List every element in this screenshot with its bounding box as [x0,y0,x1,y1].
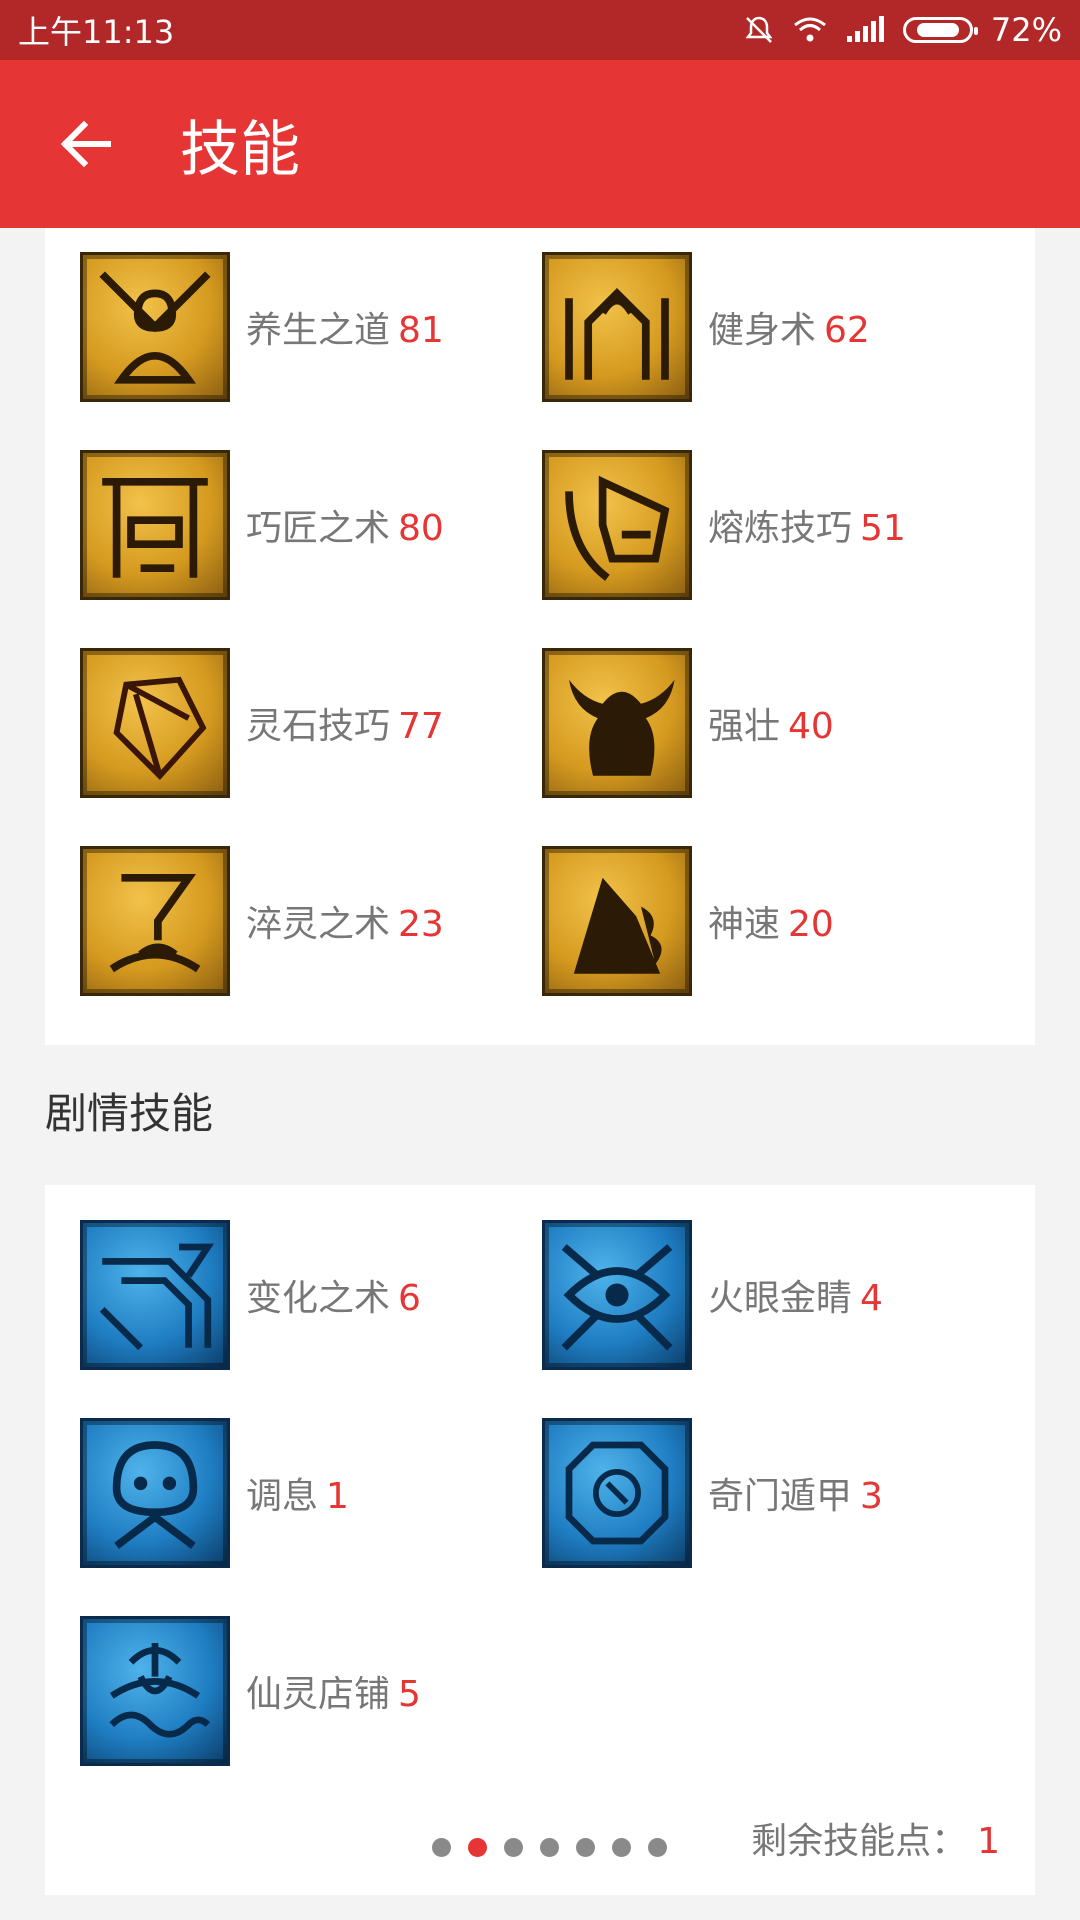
arrow-left-icon [60,120,111,168]
story-skill-item[interactable]: 变化之术 6 [80,1220,421,1370]
skill-level: 1 [326,1476,349,1517]
page-dot[interactable] [432,1838,451,1857]
skill-level: 20 [788,904,834,945]
skill-label: 灵石技巧 77 [246,697,444,749]
eye-icon [542,1220,692,1370]
signal-icon [845,16,885,44]
skill-label: 健身术 62 [708,301,870,353]
story-skill-item[interactable]: 调息 1 [80,1418,349,1568]
story-skill-item[interactable]: 奇门遁甲 3 [542,1418,883,1568]
remaining-points: 剩余技能点： 1 [751,1812,1000,1864]
breath-icon [80,1418,230,1568]
skill-label: 淬灵之术 23 [246,895,444,947]
skill-level: 40 [788,706,834,747]
skill-level: 3 [860,1476,883,1517]
skill-label: 调息 1 [246,1467,349,1519]
skill-level: 4 [860,1278,883,1319]
normal-skill-item[interactable]: 熔炼技巧 51 [542,450,906,600]
skill-name: 火眼金睛 [708,1278,853,1319]
skill-name: 巧匠之术 [246,508,391,549]
page-dot[interactable] [612,1838,631,1857]
smelting-icon [542,450,692,600]
app-bar: 技能 [0,60,1080,228]
skill-label: 巧匠之术 80 [246,499,444,551]
skill-name: 仙灵店铺 [246,1674,391,1715]
page-dot[interactable] [540,1838,559,1857]
skill-level: 80 [398,508,444,549]
page-title: 技能 [180,114,300,185]
skill-label: 养生之道 81 [246,301,444,353]
skill-level: 62 [824,310,870,351]
skill-name: 调息 [246,1476,319,1517]
page-dot[interactable] [648,1838,667,1857]
anvil-icon [80,450,230,600]
fitness-icon [542,252,692,402]
skill-label: 仙灵店铺 5 [246,1665,421,1717]
status-bar: 上午11:13 72% [0,0,1080,60]
compass-icon [542,1418,692,1568]
normal-skill-item[interactable]: 巧匠之术 80 [80,450,444,600]
skill-level: 77 [398,706,444,747]
skill-level: 81 [398,310,444,351]
skill-label: 火眼金睛 4 [708,1269,883,1321]
skill-level: 51 [860,508,906,549]
skill-name: 淬灵之术 [246,904,391,945]
strength-icon [542,648,692,798]
normal-skill-item[interactable]: 灵石技巧 77 [80,648,444,798]
page-dot[interactable] [576,1838,595,1857]
skill-name: 养生之道 [246,310,391,351]
page-dot[interactable] [468,1838,487,1857]
back-button[interactable] [40,99,130,189]
skill-label: 强壮 40 [708,697,834,749]
story-skill-item[interactable]: 火眼金睛 4 [542,1220,883,1370]
status-icons: 72% [743,11,1062,49]
skill-level: 5 [398,1674,421,1715]
notification-muted-icon [743,14,775,46]
section-title-story: 剧情技能 [45,1089,214,1138]
battery-percent: 72% [990,11,1062,49]
crystal-icon [80,648,230,798]
meditation-icon [80,252,230,402]
battery-icon [902,17,978,43]
page-indicator[interactable] [432,1838,667,1857]
skill-label: 奇门遁甲 3 [708,1467,883,1519]
skill-name: 健身术 [708,310,817,351]
quench-icon [80,846,230,996]
status-time: 上午11:13 [18,13,175,51]
transform-icon [80,1220,230,1370]
skill-name: 强壮 [708,706,781,747]
normal-skill-item[interactable]: 健身术 62 [542,252,870,402]
normal-skill-item[interactable]: 强壮 40 [542,648,834,798]
normal-skill-item[interactable]: 神速 20 [542,846,834,996]
normal-skill-item[interactable]: 淬灵之术 23 [80,846,444,996]
skill-label: 熔炼技巧 51 [708,499,906,551]
skill-name: 灵石技巧 [246,706,391,747]
story-skill-item[interactable]: 仙灵店铺 5 [80,1616,421,1766]
skill-label: 神速 20 [708,895,834,947]
remaining-points-value: 1 [977,1821,1000,1862]
skill-name: 奇门遁甲 [708,1476,853,1517]
skill-name: 变化之术 [246,1278,391,1319]
skill-name: 神速 [708,904,781,945]
remaining-points-label: 剩余技能点： [751,1821,968,1862]
skill-label: 变化之术 6 [246,1269,421,1321]
skill-level: 23 [398,904,444,945]
speed-icon [542,846,692,996]
wifi-icon [793,16,827,44]
normal-skill-item[interactable]: 养生之道 81 [80,252,444,402]
skill-name: 熔炼技巧 [708,508,853,549]
page-dot[interactable] [504,1838,523,1857]
skill-level: 6 [398,1278,421,1319]
shop-icon [80,1616,230,1766]
